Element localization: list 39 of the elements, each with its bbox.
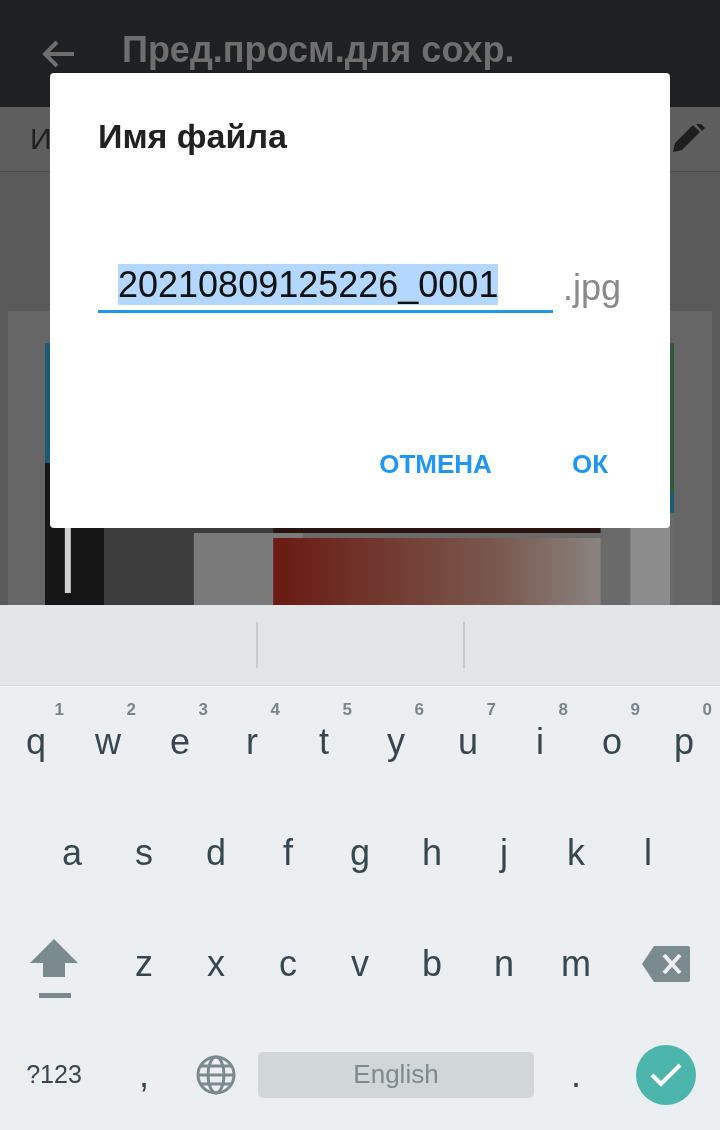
back-icon[interactable] <box>40 38 76 69</box>
screen-title: Пред.просм.для сохр. <box>122 28 515 72</box>
key[interactable]: z <box>108 908 180 1019</box>
key[interactable]: r 4 <box>216 686 288 797</box>
key[interactable]: j <box>468 797 540 908</box>
key[interactable]: s <box>108 797 180 908</box>
dialog-title: Имя файла <box>98 117 288 156</box>
key[interactable]: d <box>180 797 252 908</box>
key[interactable]: i 8 <box>504 686 576 797</box>
key[interactable]: k <box>540 797 612 908</box>
pencil-icon[interactable] <box>671 124 705 154</box>
key[interactable]: l <box>612 797 684 908</box>
extension-label: .jpg <box>563 267 622 310</box>
globe-icon[interactable] <box>196 1054 236 1095</box>
key[interactable]: u 7 <box>432 686 504 797</box>
key[interactable]: o 9 <box>576 686 648 797</box>
key[interactable]: m <box>540 908 612 1019</box>
toolbar-label: И <box>30 122 52 156</box>
key[interactable]: a <box>36 797 108 908</box>
key[interactable]: e 3 <box>144 686 216 797</box>
key[interactable]: , <box>108 1019 180 1130</box>
key[interactable]: f <box>252 797 324 908</box>
key[interactable]: y 6 <box>360 686 432 797</box>
shift-icon[interactable] <box>29 938 79 999</box>
key[interactable]: b <box>396 908 468 1019</box>
key[interactable]: t 5 <box>288 686 360 797</box>
key[interactable]: h <box>396 797 468 908</box>
key[interactable]: p 0 <box>648 686 720 797</box>
symbols-key[interactable]: ?123 <box>0 1019 108 1130</box>
checkmark-icon <box>650 1062 682 1087</box>
key[interactable]: x <box>180 908 252 1019</box>
key[interactable]: q 1 <box>0 686 72 797</box>
key[interactable]: w 2 <box>72 686 144 797</box>
key[interactable]: . <box>540 1019 612 1130</box>
key[interactable]: v <box>324 908 396 1019</box>
backspace-icon[interactable] <box>642 945 690 982</box>
key[interactable]: g <box>324 797 396 908</box>
key[interactable]: c <box>252 908 324 1019</box>
key[interactable]: n <box>468 908 540 1019</box>
